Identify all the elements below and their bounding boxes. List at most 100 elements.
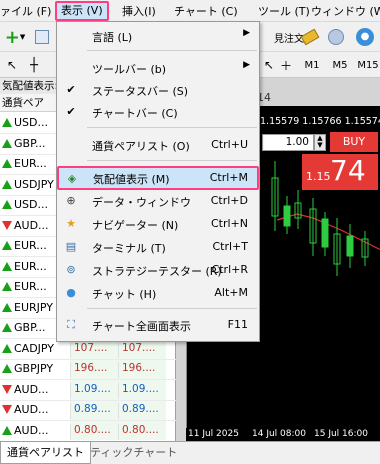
symbol-label: EUR...: [14, 280, 47, 293]
buy-price-panel[interactable]: 1.15 74: [302, 154, 378, 190]
arrow-up-icon: [2, 425, 12, 435]
bid-value: 0.80....: [70, 423, 116, 440]
menu-item-shortcut: Ctrl+N: [210, 217, 248, 230]
menu-item-11[interactable]: ⛶ チャート全画面表示 F11: [58, 314, 258, 336]
arrow-up-icon: [2, 241, 12, 250]
crosshair-tool-icon[interactable]: ┼: [24, 54, 44, 76]
quote-icon: ◈: [67, 172, 77, 185]
chart-ohlc-line: 1.15579 1.15766 1.15574 1: [260, 116, 380, 127]
menu-separator: [87, 50, 257, 51]
arrow-up-icon: [2, 179, 12, 189]
menu-item-label: ナビゲーター (N): [92, 219, 179, 232]
lot-size-input[interactable]: 1.00: [262, 134, 314, 151]
buy-button[interactable]: BUY: [330, 132, 378, 152]
timeframe-m1[interactable]: M1: [298, 56, 326, 74]
submenu-arrow-icon: ▶: [243, 60, 250, 70]
market-icon[interactable]: ●: [354, 26, 376, 48]
menu-item-shortcut: Alt+M: [214, 286, 248, 299]
menu-item-label: チャット (H): [92, 288, 157, 301]
symbol-label: EUR...: [14, 239, 47, 252]
menu-item-10[interactable]: ● チャット (H) Alt+M: [58, 282, 258, 304]
ask-value: 107....: [118, 341, 164, 358]
candle-body: [321, 218, 329, 248]
menu-item-shortcut: F11: [227, 318, 248, 331]
menu-item-2[interactable]: ✔ ステータスバー (S): [58, 79, 258, 101]
column-header-symbol[interactable]: 通貨ペア: [2, 97, 44, 109]
menu-item-6[interactable]: ⊕ データ・ウィンドウ Ctrl+D: [58, 190, 258, 212]
window-icon: [35, 30, 49, 44]
fullscreen-icon: ⛶: [67, 318, 75, 331]
tab-tick-chart[interactable]: ティックチャート: [84, 442, 183, 464]
menu-item-label: データ・ウィンドウ: [92, 196, 191, 209]
arrow-up-icon: [2, 364, 12, 373]
menu-insert[interactable]: 挿入(I): [122, 3, 156, 20]
arrow-up-icon: [2, 261, 12, 271]
chart-x-axis: 11 Jul 2025 14 Jul 08:00 15 Jul 16:00: [186, 428, 380, 441]
star-icon: ★: [66, 217, 76, 230]
menu-item-7[interactable]: ★ ナビゲーター (N) Ctrl+N: [58, 213, 258, 235]
menu-item-shortcut: Ctrl+U: [211, 138, 248, 151]
arrow-up-icon: [2, 159, 12, 168]
symbol-label: GBP...: [14, 321, 46, 334]
menu-item-label: ターミナル (T): [92, 242, 166, 255]
ask-value: 0.80....: [118, 423, 164, 440]
submenu-arrow-icon: ▶: [243, 28, 250, 38]
symbol-label: EURJPY: [14, 300, 53, 314]
symbol-label: GBPJPY: [14, 362, 54, 375]
bid-value: 107....: [70, 341, 116, 358]
buy-price-big: 74: [330, 154, 366, 187]
menu-file[interactable]: ァイル (F): [0, 3, 51, 20]
menu-item-4[interactable]: 通貨ペアリスト (O) Ctrl+U: [58, 134, 258, 156]
new-chart-button[interactable]: + ▼: [2, 26, 28, 48]
draw-tool-icon[interactable]: ＋: [276, 54, 296, 76]
symbol-label: AUD...: [14, 403, 49, 416]
menu-item-9[interactable]: ⊚ ストラテジーテスター (R) Ctrl+R: [58, 259, 258, 281]
menu-chart[interactable]: チャート (C): [174, 3, 238, 20]
arrow-up-icon: [2, 323, 12, 332]
plus-icon: +: [4, 26, 20, 48]
bid-value: 0.89....: [70, 403, 116, 419]
tester-icon: ⊚: [66, 263, 76, 276]
timeframe-m15[interactable]: M15: [354, 56, 380, 74]
crosshair-icon: ⊕: [66, 194, 76, 207]
symbol-label: GBP...: [14, 136, 46, 150]
menu-view[interactable]: 表示 (V): [55, 1, 109, 21]
eraser-icon[interactable]: [300, 26, 320, 48]
menu-item-shortcut: Ctrl+M: [209, 171, 248, 184]
menu-item-label: ストラテジーテスター (R): [92, 265, 222, 278]
symbol-label: AUD...: [14, 218, 49, 232]
candle-body: [346, 235, 354, 257]
market-watch-row[interactable]: AUD... 0.80.... 0.80....: [0, 421, 176, 442]
symbol-label: USD...: [14, 198, 48, 211]
menu-item-shortcut: Ctrl+T: [212, 240, 248, 253]
timeframe-m5[interactable]: M5: [326, 56, 354, 74]
market-watch-row[interactable]: AUD... 1.09.... 1.09....: [0, 380, 176, 401]
ask-value: 0.89....: [118, 403, 164, 419]
market-watch-row[interactable]: GBPJPY 196.... 196....: [0, 359, 176, 380]
menu-item-label: チャート全画面表示: [92, 320, 191, 333]
cursor-icon[interactable]: ↖: [262, 54, 276, 76]
menu-item-0[interactable]: 言語 (L) ▶: [58, 25, 258, 47]
x-tick-label: 11 Jul 2025: [188, 429, 239, 439]
arrow-tool-icon[interactable]: ↖: [2, 54, 22, 76]
menu-item-label: 通貨ペアリスト (O): [92, 140, 190, 153]
lot-spinner[interactable]: ▲ ▼: [314, 134, 326, 151]
menu-item-1[interactable]: ツールバー (b) ▶: [58, 57, 258, 79]
profiles-button[interactable]: [32, 26, 52, 48]
menu-window[interactable]: ウィンドウ (W): [311, 3, 380, 20]
menu-item-8[interactable]: ▤ ターミナル (T) Ctrl+T: [58, 236, 258, 258]
bid-value: 1.09....: [70, 382, 116, 399]
market-watch-row[interactable]: AUD... 0.89.... 0.89....: [0, 400, 176, 421]
arrow-up-icon: [2, 343, 12, 353]
check-icon: ✔: [66, 105, 76, 118]
menu-tools[interactable]: ツール (T): [258, 3, 310, 20]
menu-item-market-watch[interactable]: ◈ 気配値表示 (M) Ctrl+M: [57, 166, 259, 190]
menu-separator: [87, 127, 257, 128]
menu-item-label: ツールバー (b): [92, 63, 167, 76]
tab-symbols[interactable]: 通貨ペアリスト: [0, 442, 91, 464]
menu-separator: [87, 160, 257, 161]
menu-item-3[interactable]: ✔ チャートバー (C): [58, 101, 258, 123]
buy-price-prefix: 1.15: [306, 170, 331, 183]
arrow-up-icon: [2, 138, 12, 148]
signals-icon[interactable]: [326, 26, 346, 48]
